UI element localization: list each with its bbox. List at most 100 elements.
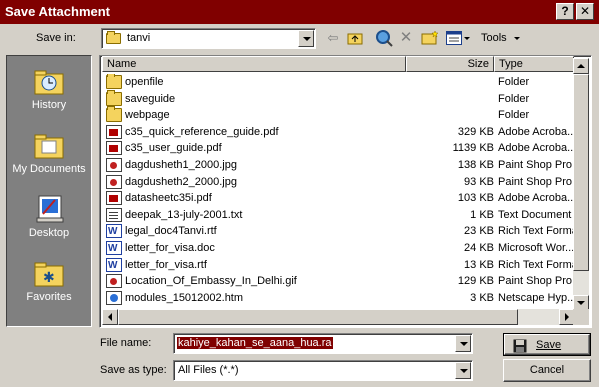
search-web-icon[interactable] xyxy=(374,28,394,48)
file-row[interactable]: c35_quick_reference_guide.pdf 329 KB Adobe… xyxy=(102,124,576,141)
vertical-scrollbar[interactable] xyxy=(573,58,589,311)
tools-menu[interactable]: Tools xyxy=(481,32,520,44)
folder-icon xyxy=(106,106,122,123)
place-my-documents[interactable]: My Documents xyxy=(7,130,91,175)
file-size: 129 KB xyxy=(457,275,494,288)
floppy-disk-icon xyxy=(513,339,527,353)
save-as-type-label: Save as type: xyxy=(100,364,167,376)
save-button-label: Save xyxy=(536,339,562,351)
file-name: modules_15012002.htm xyxy=(125,291,244,304)
place-label: Favorites xyxy=(26,291,72,303)
file-row[interactable]: dagdusheth2_2000.jpg 93 KB Paint Shop Pro.… xyxy=(102,174,576,191)
history-icon xyxy=(33,66,65,96)
image-file-icon xyxy=(106,158,122,172)
file-type: Rich Text Format xyxy=(498,225,576,238)
file-type: Microsoft Wor... xyxy=(498,242,575,254)
file-name: openfile xyxy=(125,76,164,88)
scroll-left-button[interactable] xyxy=(102,309,118,325)
chevron-down-icon[interactable] xyxy=(455,362,471,379)
file-row[interactable]: openfile Folder xyxy=(102,74,576,91)
file-row[interactable]: datasheetc35i.pdf 103 KB Adobe Acroba... xyxy=(102,190,576,207)
file-type: Folder xyxy=(498,92,530,105)
folder-icon xyxy=(106,31,121,44)
folder-icon xyxy=(106,74,122,89)
back-icon[interactable]: ⇦ xyxy=(323,28,343,48)
column-header-type[interactable]: Type xyxy=(494,56,574,72)
save-button[interactable]: Save xyxy=(503,333,591,356)
file-row[interactable]: c35_user_guide.pdf 1139 KB Adobe Acroba... xyxy=(102,140,576,157)
scroll-up-button[interactable] xyxy=(573,58,589,74)
scroll-corner xyxy=(573,309,589,325)
place-history[interactable]: History xyxy=(7,66,91,111)
file-row[interactable]: saveguide Folder xyxy=(102,89,576,108)
place-favorites[interactable]: ✱ Favorites xyxy=(7,258,91,303)
image-file-icon xyxy=(106,174,122,189)
file-name-label: File name: xyxy=(100,337,152,349)
save-attachment-dialog: Save Attachment ? ✕ Save in: tanvi ⇦ ✕ T… xyxy=(0,0,599,387)
horizontal-scroll-thumb[interactable] xyxy=(118,309,518,325)
file-rows: openfile Folder saveguide Folder webpage Fold… xyxy=(102,74,576,312)
file-type: Paint Shop Pro... xyxy=(498,159,576,171)
vertical-scroll-thumb[interactable] xyxy=(573,74,589,271)
place-label: My Documents xyxy=(12,163,86,175)
column-header-name[interactable]: Name xyxy=(102,56,406,72)
places-bar: History My Documents Desktop ✱ Favorites xyxy=(6,55,92,327)
pdf-file-icon xyxy=(106,191,122,206)
place-desktop[interactable]: Desktop xyxy=(7,194,91,239)
file-row[interactable]: letter_for_visa.doc 24 KB Microsoft Wor... xyxy=(102,240,576,257)
file-row[interactable]: legal_doc4Tanvi.rtf 23 KB Rich Text Format xyxy=(102,223,576,240)
file-name-input[interactable]: kahiye_kahan_se_aana_hua.ra xyxy=(173,333,473,354)
help-button[interactable]: ? xyxy=(556,3,574,20)
save-in-value: tanvi xyxy=(127,32,151,44)
file-name: c35_user_guide.pdf xyxy=(125,142,222,155)
file-name: letter_for_visa.doc xyxy=(125,242,215,254)
views-dropdown-icon[interactable] xyxy=(464,37,470,40)
file-type: Rich Text Format xyxy=(498,258,576,271)
file-row[interactable]: modules_15012002.htm 3 KB Netscape Hyp... xyxy=(102,290,576,307)
desktop-icon xyxy=(33,194,65,224)
file-size: 93 KB xyxy=(464,175,494,188)
file-list[interactable]: Name Size Type openfile Folder saveguide Fo… xyxy=(99,55,592,328)
save-as-type-dropdown[interactable]: All Files (*.*) xyxy=(173,360,473,381)
file-row[interactable]: letter_for_visa.rtf 13 KB Rich Text Format xyxy=(102,257,576,274)
my-documents-icon xyxy=(33,130,65,160)
file-name: c35_quick_reference_guide.pdf xyxy=(125,125,279,138)
file-size: 138 KB xyxy=(457,159,494,171)
file-type: Folder xyxy=(498,109,530,122)
file-row[interactable]: Location_Of_Embassy_In_Delhi.gif 129 KB Pa… xyxy=(102,273,576,290)
file-type: Paint Shop Pro... xyxy=(498,275,576,288)
file-name: letter_for_visa.rtf xyxy=(125,258,207,271)
file-type: Adobe Acroba... xyxy=(498,125,576,138)
delete-icon[interactable]: ✕ xyxy=(396,28,416,48)
place-label: History xyxy=(31,99,67,111)
close-button[interactable]: ✕ xyxy=(576,3,594,20)
file-name: saveguide xyxy=(125,92,176,105)
file-size: 24 KB xyxy=(464,242,494,254)
pdf-file-icon xyxy=(106,124,122,139)
file-row[interactable]: webpage Folder xyxy=(102,106,576,124)
file-name: datasheetc35i.pdf xyxy=(125,192,212,205)
file-name: legal_doc4Tanvi.rtf xyxy=(125,225,217,238)
chevron-down-icon[interactable] xyxy=(298,30,314,47)
up-one-level-icon[interactable] xyxy=(345,28,365,48)
favorites-icon: ✱ xyxy=(33,258,65,288)
file-name: dagdusheth2_2000.jpg xyxy=(125,175,237,188)
tools-dropdown-icon xyxy=(513,36,520,40)
file-type: Paint Shop Pro... xyxy=(498,175,576,188)
new-folder-icon[interactable] xyxy=(420,28,440,48)
column-header-size[interactable]: Size xyxy=(406,56,494,72)
cancel-button[interactable]: Cancel xyxy=(503,359,591,382)
file-row[interactable]: deepak_13-july-2001.txt 1 KB Text Document xyxy=(102,207,576,224)
file-type: Adobe Acroba... xyxy=(498,192,576,205)
title-bar: Save Attachment ? ✕ xyxy=(0,0,599,24)
html-file-icon xyxy=(106,290,122,305)
horizontal-scrollbar[interactable] xyxy=(102,309,575,325)
file-type: Adobe Acroba... xyxy=(498,142,576,155)
save-in-dropdown[interactable]: tanvi xyxy=(101,28,316,49)
word-document-icon xyxy=(106,223,122,240)
file-type: Folder xyxy=(498,76,530,88)
chevron-down-icon[interactable] xyxy=(455,335,471,352)
views-icon[interactable] xyxy=(444,28,464,48)
file-name: Location_Of_Embassy_In_Delhi.gif xyxy=(125,275,297,288)
file-row[interactable]: dagdusheth1_2000.jpg 138 KB Paint Shop Pro… xyxy=(102,157,576,174)
